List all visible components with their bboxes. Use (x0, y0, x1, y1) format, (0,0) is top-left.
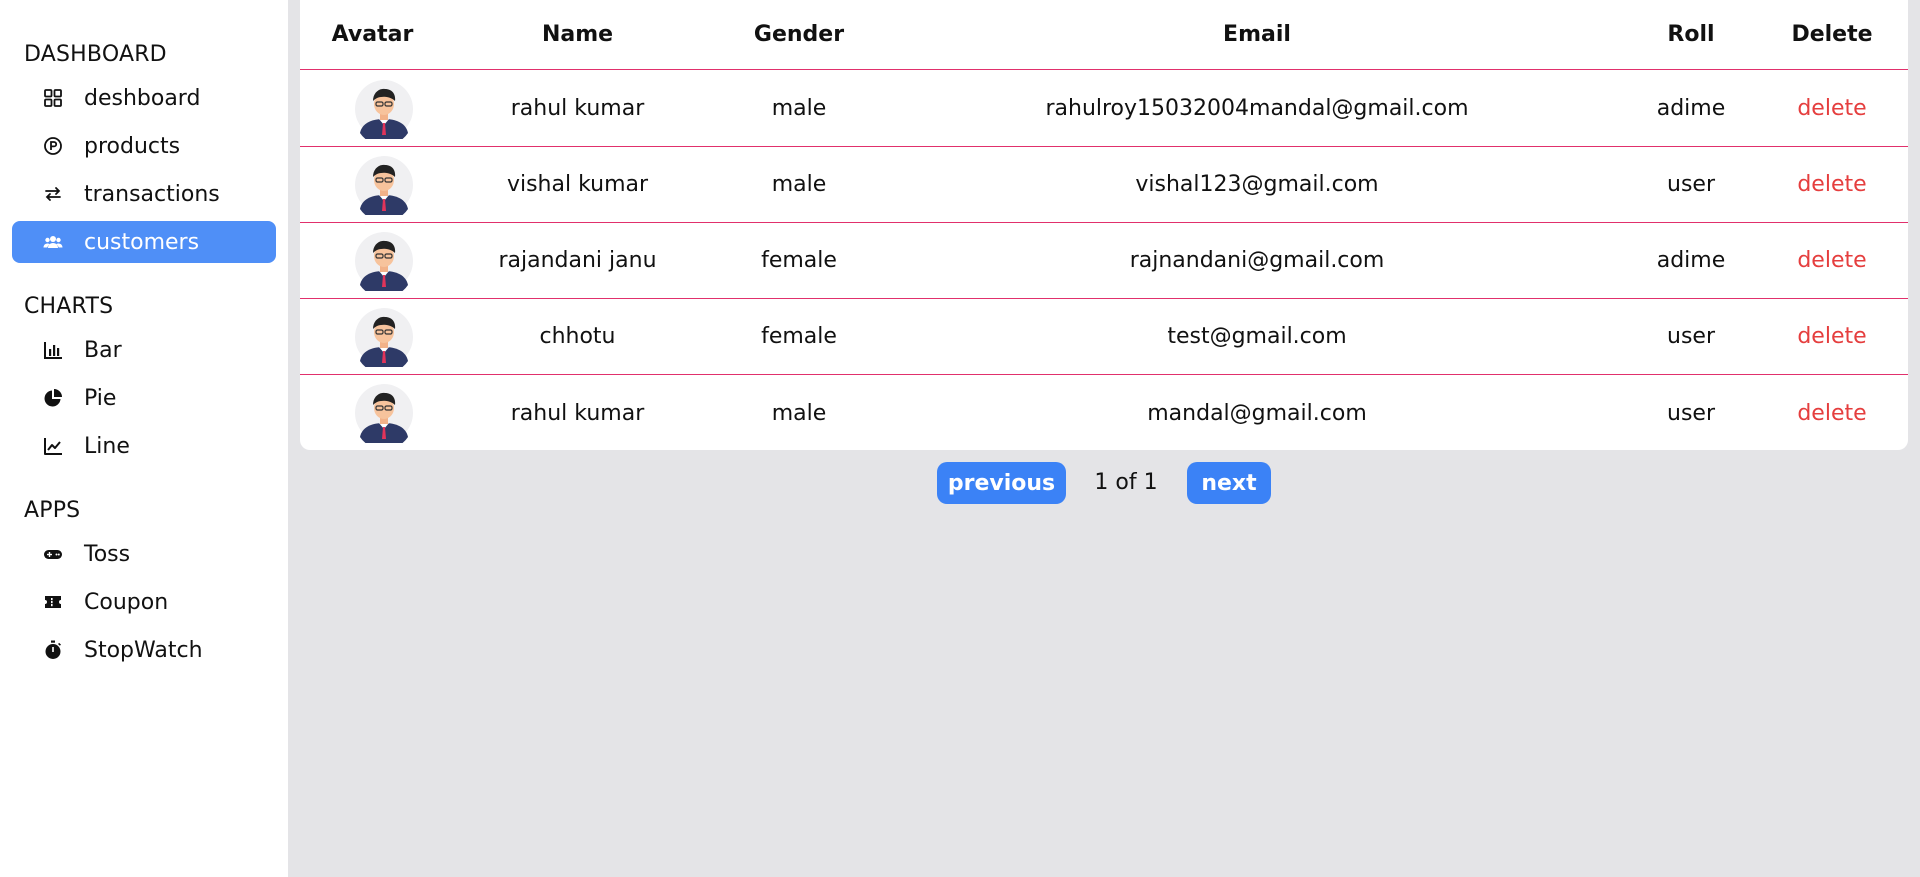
avatar (348, 307, 420, 367)
users-icon (42, 231, 64, 253)
line-chart-icon (42, 435, 64, 457)
cell-gender: female (761, 324, 837, 349)
sidebar-item-line[interactable]: Line (12, 425, 276, 467)
next-button[interactable]: next (1187, 462, 1271, 504)
column-header-delete: Delete (1791, 22, 1873, 47)
bar-chart-icon (42, 339, 64, 361)
delete-button[interactable]: delete (1797, 401, 1866, 426)
sidebar-item-bar[interactable]: Bar (12, 329, 276, 371)
stopwatch-icon (42, 639, 64, 661)
cell-gender: male (771, 400, 827, 426)
cell-email: test@gmail.com (1167, 324, 1347, 349)
grid-icon (42, 87, 64, 109)
cell-roll: adime (1656, 96, 1726, 121)
column-header-gender: Gender (753, 22, 845, 47)
cell-delete: delete (1756, 401, 1908, 426)
cell-name: rahul kumar (510, 96, 645, 121)
sidebar-item-deshboard[interactable]: deshboard (12, 77, 276, 119)
delete-button[interactable]: delete (1797, 248, 1866, 273)
cell-delete: delete (1756, 96, 1908, 121)
avatar-icon (355, 155, 413, 215)
cell-email: vishal123@gmail.com (1135, 172, 1379, 197)
sidebar-item-customers[interactable]: customers (12, 221, 276, 263)
sidebar-item-label: deshboard (84, 85, 201, 111)
table-row: rahul kumar male mandal@gmail.com user d… (300, 375, 1908, 451)
delete-button[interactable]: delete (1797, 172, 1866, 197)
sidebar-item-label: customers (84, 229, 200, 255)
cell-name: vishal kumar (506, 172, 649, 197)
page-indicator: 1 of 1 (1094, 470, 1158, 495)
avatar-icon (355, 384, 413, 443)
avatar-icon (355, 231, 413, 291)
sidebar-item-products[interactable]: products (12, 125, 276, 167)
sidebar-item-label: Toss (84, 541, 131, 567)
previous-button[interactable]: previous (937, 462, 1066, 504)
cell-email: mandal@gmail.com (1147, 400, 1367, 426)
sidebar-item-label: Bar (84, 337, 122, 363)
cell-gender: male (771, 96, 827, 121)
cell-roll: adime (1656, 248, 1726, 273)
section-title-dashboard: DASHBOARD (24, 42, 167, 67)
avatar (348, 231, 420, 291)
column-header-avatar: Avatar (331, 22, 414, 47)
sidebar-item-pie[interactable]: Pie (12, 377, 276, 419)
cell-email: rahulroy15032004mandal@gmail.com (1045, 96, 1469, 121)
sidebar-item-label: Line (84, 433, 130, 459)
avatar (348, 155, 420, 215)
table-row: rahul kumar male rahulroy15032004mandal@… (300, 71, 1908, 147)
delete-button[interactable]: delete (1797, 96, 1866, 121)
cell-roll: user (1667, 324, 1715, 349)
table-row: rajandani janu female rajnandani@gmail.c… (300, 223, 1908, 299)
avatar-icon (355, 307, 413, 367)
cell-roll: user (1667, 172, 1715, 197)
arrows-exchange-icon (42, 183, 64, 205)
sidebar-item-label: transactions (84, 181, 220, 207)
cell-delete: delete (1756, 172, 1908, 197)
avatar (348, 383, 420, 443)
customers-table: Avatar Name Gender Email Roll Delete rah… (300, 0, 1908, 450)
sidebar: DASHBOARD deshboard products transaction… (0, 0, 288, 877)
sidebar-item-label: Pie (84, 385, 117, 411)
table-row: chhotu female test@gmail.com user delete (300, 299, 1908, 375)
column-header-name: Name (541, 22, 614, 47)
pagination: previous 1 of 1 next (0, 462, 1920, 504)
pie-chart-icon (42, 387, 64, 409)
column-header-email: Email (1223, 22, 1291, 47)
column-header-roll: Roll (1667, 22, 1715, 47)
section-title-charts: CHARTS (24, 294, 114, 319)
cell-email: rajnandani@gmail.com (1129, 248, 1385, 273)
sidebar-item-stopwatch[interactable]: StopWatch (12, 629, 276, 671)
table-row: vishal kumar male vishal123@gmail.com us… (300, 147, 1908, 223)
cell-name: rajandani janu (498, 248, 657, 273)
sidebar-item-toss[interactable]: Toss (12, 533, 276, 575)
sidebar-item-label: StopWatch (84, 637, 203, 663)
gamepad-icon (42, 543, 64, 565)
cell-delete: delete (1756, 248, 1908, 273)
avatar-icon (355, 79, 413, 139)
sidebar-item-label: Coupon (84, 589, 169, 615)
sidebar-item-transactions[interactable]: transactions (12, 173, 276, 215)
cell-name: chhotu (539, 324, 616, 349)
cell-gender: male (771, 172, 827, 197)
cell-name: rahul kumar (510, 400, 645, 426)
delete-button[interactable]: delete (1797, 324, 1866, 349)
cell-roll: user (1667, 400, 1715, 426)
ticket-icon (42, 591, 64, 613)
avatar (348, 79, 420, 139)
sidebar-item-label: products (84, 133, 181, 159)
sidebar-item-coupon[interactable]: Coupon (12, 581, 276, 623)
cell-gender: female (761, 248, 837, 273)
cell-delete: delete (1756, 324, 1908, 349)
table-header-row: Avatar Name Gender Email Roll Delete (300, 0, 1908, 70)
product-icon (42, 135, 64, 157)
